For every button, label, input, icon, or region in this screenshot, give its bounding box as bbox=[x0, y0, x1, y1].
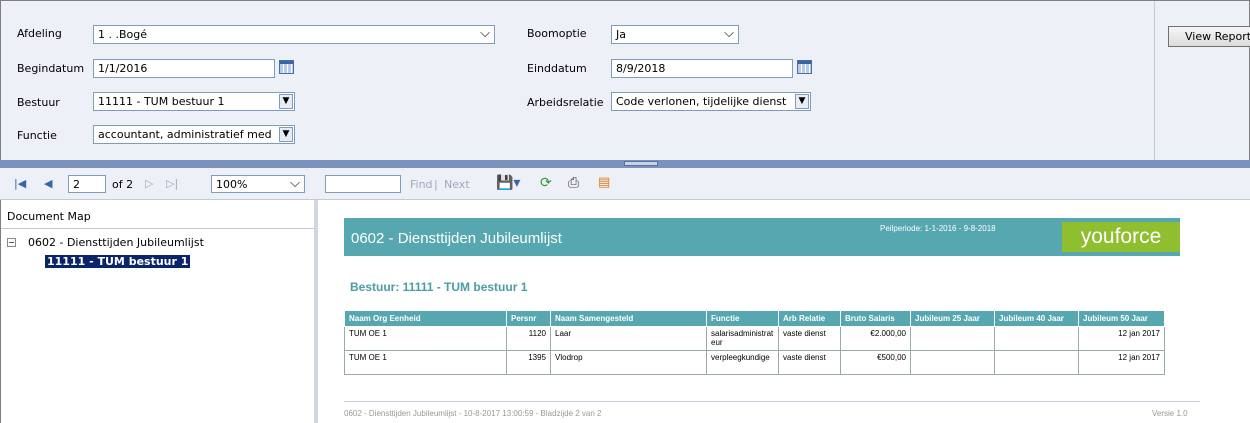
report-title: 0602 - Diensttijden Jubileumlijst bbox=[351, 230, 562, 247]
table-cell: 12 jan 2017 bbox=[1078, 326, 1165, 351]
begindatum-input[interactable]: 1/1/2016 bbox=[93, 59, 275, 78]
table-cell bbox=[910, 326, 995, 351]
dropdown-arrow-icon: ▼ bbox=[279, 127, 293, 142]
calendar-icon[interactable] bbox=[797, 60, 812, 74]
report-viewer: 0602 - Diensttijden Jubileumlijst Peilpe… bbox=[322, 200, 1250, 423]
docmap-child-item[interactable]: 11111 - TUM bestuur 1 bbox=[45, 255, 191, 268]
column-header: Jubileum 40 Jaar bbox=[994, 310, 1079, 327]
bestuur-select[interactable]: 11111 - TUM bestuur 1 ▼ bbox=[93, 92, 295, 111]
report-subtitle: Bestuur: 11111 - TUM bestuur 1 bbox=[350, 280, 528, 294]
calendar-icon[interactable] bbox=[279, 60, 294, 74]
table-cell bbox=[910, 350, 995, 375]
report-table: Naam Org Eenheid Persnr Naam Samengestel… bbox=[344, 310, 1165, 375]
chevron-down-icon: ⌵ bbox=[480, 26, 490, 41]
boomoptie-select[interactable]: Ja ⌵ bbox=[611, 25, 739, 44]
next-page-icon[interactable]: ▷ bbox=[145, 177, 153, 190]
last-page-icon[interactable]: ▷| bbox=[166, 177, 178, 190]
document-map-panel: Document Map − 0602 - Diensttijden Jubil… bbox=[0, 200, 318, 423]
table-cell bbox=[994, 326, 1079, 351]
column-header: Jubileum 25 Jaar bbox=[910, 310, 995, 327]
next-link[interactable]: Next bbox=[444, 178, 470, 191]
table-cell: Vlodrop bbox=[550, 350, 707, 375]
report-version: Versie 1.0 bbox=[1152, 409, 1188, 418]
youforce-logo: youforce bbox=[1062, 222, 1180, 252]
table-cell: vaste dienst bbox=[778, 326, 841, 351]
page-count: of 2 bbox=[112, 178, 134, 191]
atom-feed-icon[interactable]: ▤ bbox=[598, 175, 610, 190]
column-header: Arb Relatie bbox=[778, 310, 841, 327]
page-number-input[interactable]: 2 bbox=[68, 175, 106, 193]
table-cell bbox=[994, 350, 1079, 375]
begindatum-value: 1/1/2016 bbox=[98, 62, 148, 75]
export-icon[interactable]: 💾▾ bbox=[496, 175, 520, 191]
table-cell: salarisadministrateur bbox=[706, 326, 779, 351]
arbeidsrelatie-value: Code verlonen, tijdelijke dienst bbox=[616, 95, 787, 108]
bestuur-label: Bestuur bbox=[17, 96, 60, 109]
previous-page-icon[interactable]: ◀ bbox=[44, 177, 52, 190]
collapse-icon[interactable]: − bbox=[7, 238, 16, 247]
first-page-icon[interactable]: |◀ bbox=[14, 177, 26, 190]
table-cell: €2.000,00 bbox=[840, 326, 911, 351]
table-row: TUM OE 1 1120 Laar salarisadministrateur… bbox=[344, 326, 1165, 351]
arbeidsrelatie-label: Arbeidsrelatie bbox=[527, 96, 604, 109]
table-cell: 1120 bbox=[506, 326, 551, 351]
view-report-button[interactable]: View Report bbox=[1168, 26, 1250, 47]
column-header: Jubileum 50 Jaar bbox=[1078, 310, 1165, 327]
parameter-divider bbox=[1154, 1, 1155, 161]
begindatum-label: Begindatum bbox=[17, 62, 85, 75]
table-cell: verpleegkundige bbox=[706, 350, 779, 375]
bestuur-value: 11111 - TUM bestuur 1 bbox=[98, 95, 225, 108]
report-header: 0602 - Diensttijden Jubileumlijst Peilpe… bbox=[344, 218, 1180, 256]
table-cell: TUM OE 1 bbox=[344, 350, 507, 375]
einddatum-value: 8/9/2018 bbox=[616, 62, 666, 75]
column-header: Persnr bbox=[506, 310, 551, 327]
table-cell: TUM OE 1 bbox=[344, 326, 507, 351]
report-period: Peilperiode: 1-1-2016 - 9-8-2018 bbox=[880, 224, 996, 233]
afdeling-label: Afdeling bbox=[17, 27, 62, 40]
afdeling-value: 1 . .Bogé bbox=[98, 28, 148, 41]
document-map-separator bbox=[1, 228, 315, 229]
boomoptie-value: Ja bbox=[616, 28, 626, 41]
afdeling-select[interactable]: 1 . .Bogé ⌵ bbox=[93, 25, 495, 44]
functie-value: accountant, administratief med bbox=[98, 128, 272, 141]
find-separator: | bbox=[434, 178, 438, 191]
column-header: Functie bbox=[706, 310, 779, 327]
chevron-down-icon: ⌵ bbox=[290, 176, 300, 191]
boomoptie-label: Boomoptie bbox=[527, 27, 587, 40]
table-row: TUM OE 1 1395 Vlodrop verpleegkundige va… bbox=[344, 350, 1165, 375]
chevron-down-icon: ⌵ bbox=[724, 26, 734, 41]
docmap-root-item[interactable]: 0602 - Diensttijden Jubileumlijst bbox=[28, 236, 204, 249]
zoom-value: 100% bbox=[216, 178, 248, 191]
dropdown-arrow-icon: ▼ bbox=[795, 94, 809, 109]
dropdown-arrow-icon: ▼ bbox=[279, 94, 293, 109]
column-header: Bruto Salaris bbox=[840, 310, 911, 327]
panel-splitter[interactable] bbox=[0, 160, 1250, 168]
zoom-select[interactable]: 100% ⌵ bbox=[211, 175, 305, 193]
report-footer: 0602 - Diensttijden Jubileumlijst - 10-8… bbox=[344, 409, 602, 418]
einddatum-label: Einddatum bbox=[527, 62, 587, 75]
functie-label: Functie bbox=[17, 129, 57, 142]
footer-divider bbox=[344, 401, 1200, 402]
column-header: Naam Samengesteld bbox=[550, 310, 707, 327]
table-cell: €500,00 bbox=[840, 350, 911, 375]
table-cell: vaste dienst bbox=[778, 350, 841, 375]
einddatum-input[interactable]: 8/9/2018 bbox=[611, 59, 793, 78]
page-number-value: 2 bbox=[73, 178, 80, 191]
find-link[interactable]: Find bbox=[410, 178, 433, 191]
arbeidsrelatie-select[interactable]: Code verlonen, tijdelijke dienst ▼ bbox=[611, 92, 811, 111]
column-header: Naam Org Eenheid bbox=[344, 310, 507, 327]
table-header-row: Naam Org Eenheid Persnr Naam Samengestel… bbox=[344, 310, 1165, 327]
table-cell: 12 jan 2017 bbox=[1078, 350, 1165, 375]
print-icon[interactable]: ⎙ bbox=[568, 175, 579, 191]
functie-select[interactable]: accountant, administratief med ▼ bbox=[93, 125, 295, 144]
report-toolbar: |◀ ◀ 2 of 2 ▷ ▷| 100% ⌵ Find | Next 💾▾ ⟳… bbox=[0, 168, 1250, 200]
table-cell: Laar bbox=[550, 326, 707, 351]
splitter-grip[interactable] bbox=[624, 161, 658, 166]
table-cell: 1395 bbox=[506, 350, 551, 375]
refresh-icon[interactable]: ⟳ bbox=[540, 175, 552, 191]
find-input[interactable] bbox=[325, 175, 401, 193]
document-map-title: Document Map bbox=[7, 210, 91, 223]
parameter-panel: Afdeling 1 . .Bogé ⌵ Boomoptie Ja ⌵ Begi… bbox=[0, 0, 1250, 161]
